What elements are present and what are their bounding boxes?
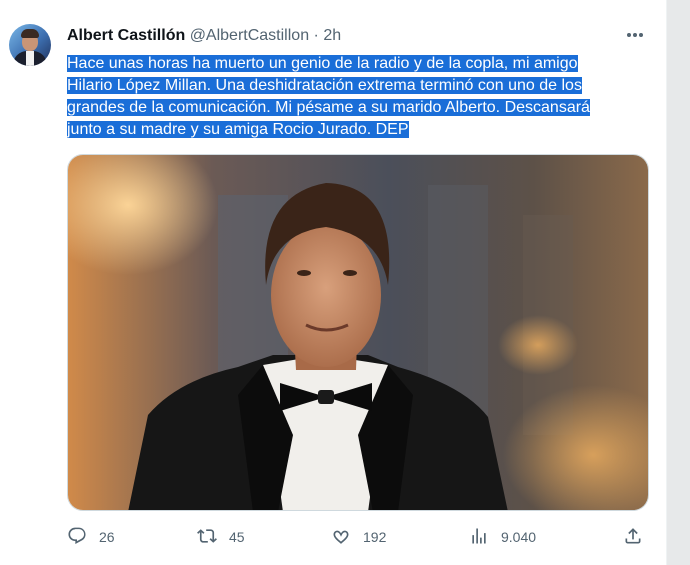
retweet-button[interactable]: 45: [197, 524, 245, 550]
like-button[interactable]: 192: [331, 524, 386, 550]
separator-dot: ·: [313, 27, 319, 44]
avatar-shirt: [26, 51, 34, 66]
reply-count: 26: [99, 529, 115, 545]
analytics-icon: [469, 526, 489, 549]
reply-icon: [67, 526, 87, 549]
more-options-icon[interactable]: [620, 22, 650, 48]
timestamp[interactable]: 2h: [323, 27, 341, 44]
retweet-count: 45: [229, 529, 245, 545]
tweet-actions: 26 45 192 9.040: [67, 524, 652, 550]
share-button[interactable]: [623, 524, 643, 550]
heart-icon: [331, 526, 351, 549]
photo-illustration: [68, 155, 648, 510]
tweet-header: Albert Castillón @AlbertCastillon · 2h: [67, 26, 341, 46]
tweet-text-line: Hilario López Millan. Una deshidratación…: [67, 77, 582, 94]
reply-button[interactable]: 26: [67, 524, 115, 550]
views-button[interactable]: 9.040: [469, 524, 536, 550]
like-count: 192: [363, 529, 387, 545]
tweet-photo[interactable]: [67, 154, 649, 511]
tweet-card[interactable]: Albert Castillón @AlbertCastillon · 2h H…: [0, 0, 667, 565]
avatar-hair: [21, 29, 39, 38]
tweet-text-line: grandes de la comunicación. Mi pésame a …: [67, 99, 590, 116]
tweet-text: Hace unas horas ha muerto un genio de la…: [67, 53, 652, 141]
tweet-text-line: Hace unas horas ha muerto un genio de la…: [67, 55, 578, 72]
share-icon: [623, 526, 643, 549]
user-handle[interactable]: @AlbertCastillon: [190, 27, 309, 44]
avatar[interactable]: [9, 24, 51, 66]
tweet-text-line: junto a su madre y su amiga Rocio Jurado…: [67, 121, 409, 138]
retweet-icon: [197, 526, 217, 549]
views-count: 9.040: [501, 529, 537, 545]
display-name[interactable]: Albert Castillón: [67, 27, 185, 44]
